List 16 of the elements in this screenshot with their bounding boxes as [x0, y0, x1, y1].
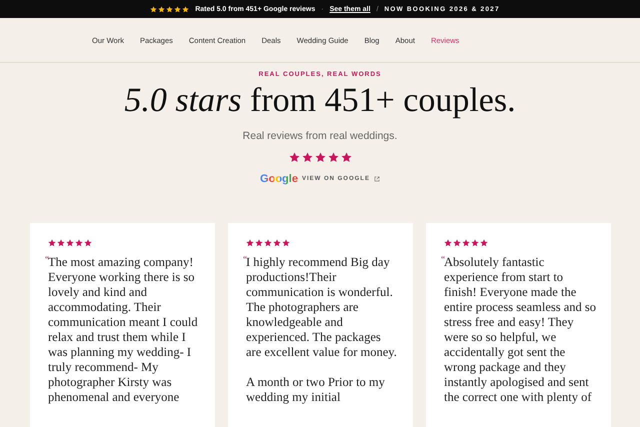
- quote-mark: “: [45, 253, 49, 264]
- external-link-icon: [374, 176, 380, 182]
- page-heading: 5.0 stars from 451+ couples.: [124, 81, 516, 121]
- google-logo: Google: [260, 173, 298, 185]
- quote-mark: “: [441, 253, 445, 264]
- star-icon: [302, 152, 312, 163]
- subtitle: Real reviews from real weddings.: [242, 130, 398, 142]
- review-text: The most amazing company! Everyone working there is so lovely and kind and accommodating. Their communication meant I could relax and trust them while I was planning my wedding- I truly recommend- My photographer Kirsty was phenomenal and everyone: [48, 255, 199, 405]
- star-icon: [340, 152, 352, 163]
- quote-mark: “: [243, 253, 247, 264]
- star-icon: [314, 152, 326, 163]
- review-text: Absolutely fantastic experience from start to finish! Everyone made the entire process seamless and so stress free and easy! They were so so helpful, we accidentally got sent the wrong package and they instantly apologised and sent the correct one with plenty of: [444, 255, 597, 405]
- star-icon: [328, 152, 338, 163]
- review-text: A month or two Prior to my wedding my initial: [246, 375, 386, 405]
- star-icon: [288, 152, 300, 163]
- review-text: I highly recommend Big day productions!Their communication is wonderful. The photographers are knowledgeable and experienced. The packages are excellent value for money.: [246, 255, 398, 360]
